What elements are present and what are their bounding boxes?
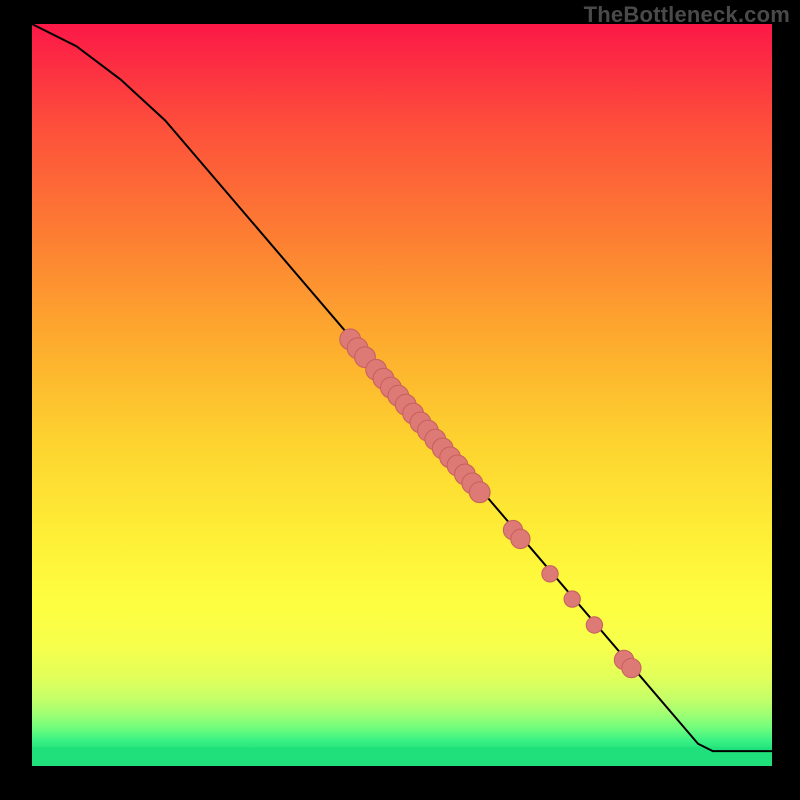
watermark-text: TheBottleneck.com	[584, 2, 790, 28]
data-marker	[564, 591, 580, 607]
data-marker	[542, 566, 558, 582]
data-marker	[511, 529, 530, 548]
data-marker	[586, 617, 602, 633]
chart-frame: TheBottleneck.com	[0, 0, 800, 800]
chart-svg	[32, 24, 772, 766]
plot-area	[32, 24, 772, 766]
green-baseline-band	[32, 747, 772, 766]
data-marker	[469, 482, 490, 503]
data-marker	[622, 658, 641, 677]
